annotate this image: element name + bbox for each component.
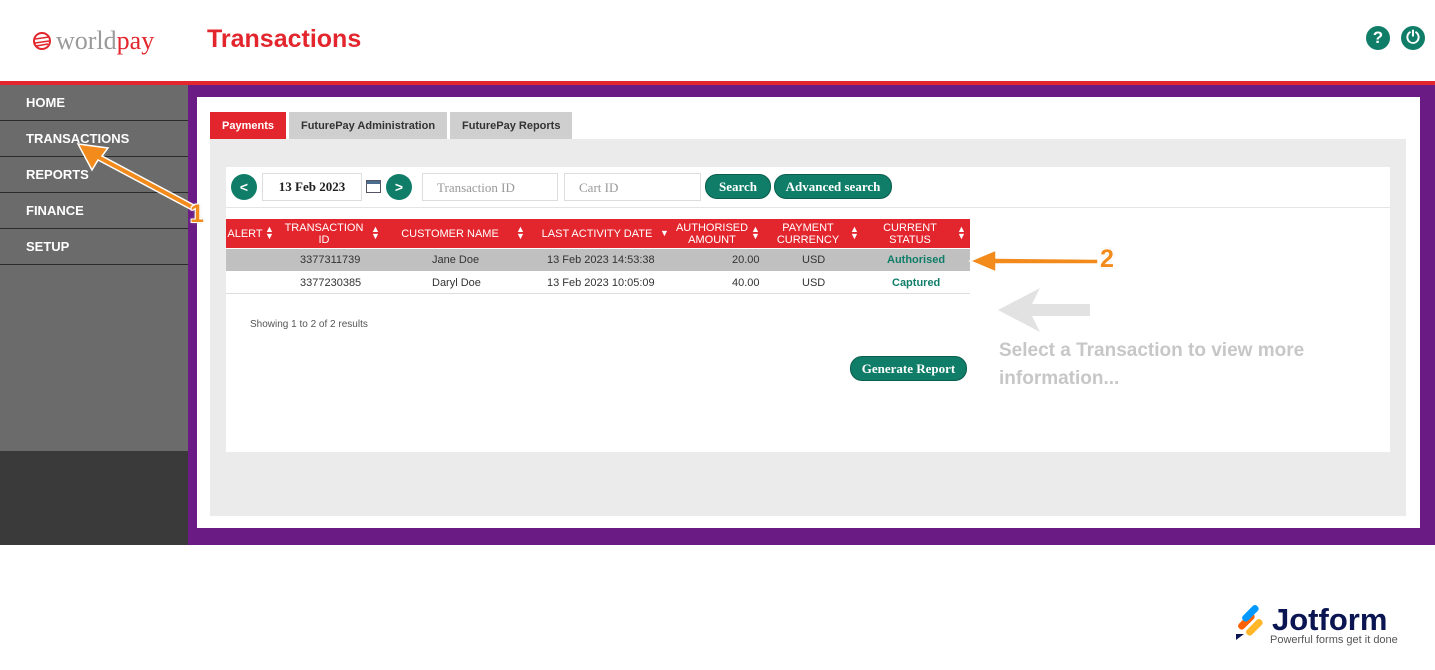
annotation-arrows (76, 143, 1099, 274)
jotform-brand: Jotform (1272, 602, 1388, 637)
jotform-logo-icon (1236, 605, 1263, 640)
jotform-tagline: Powerful forms get it done (1270, 634, 1398, 646)
annotation-number-2: 2 (1100, 245, 1114, 273)
jotform-watermark: Jotform Powerful forms get it done (1234, 602, 1398, 646)
annotation-number-1: 1 (190, 200, 204, 228)
annotation-arrow-1 (76, 143, 195, 212)
annotation-arrow-2 (968, 248, 1099, 274)
